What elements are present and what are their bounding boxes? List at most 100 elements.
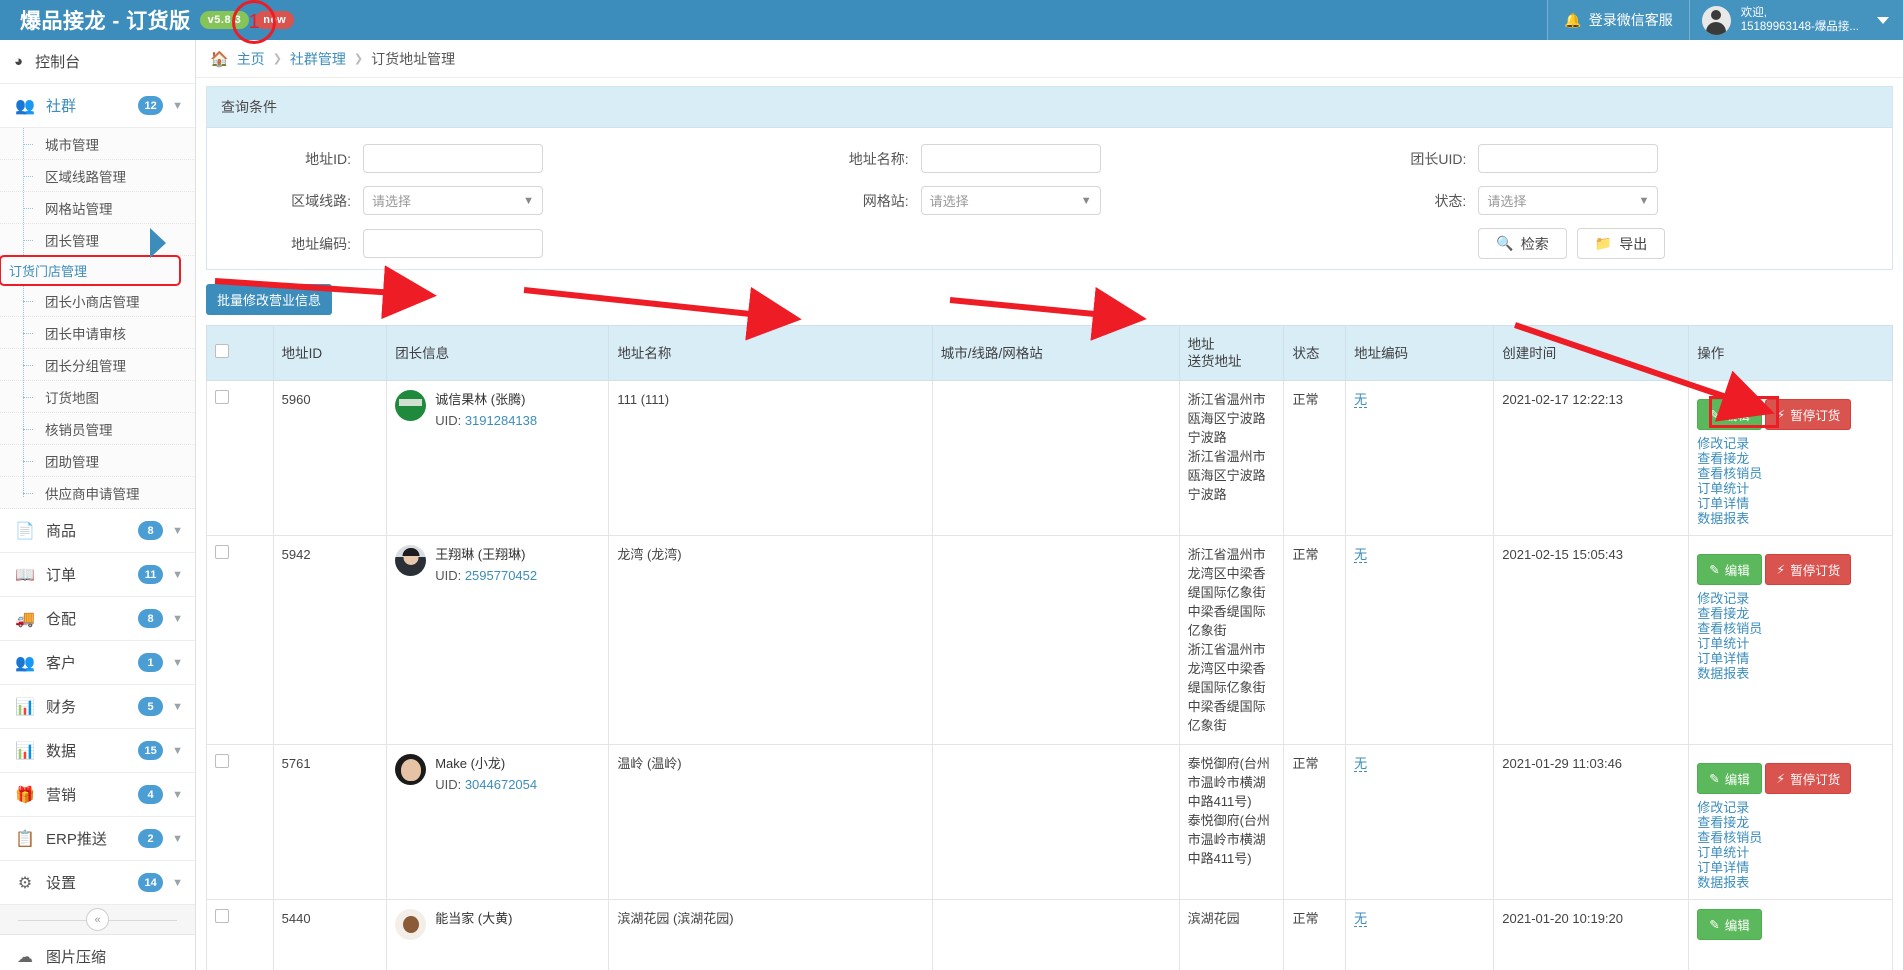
sidebar-submenu-community: 城市管理 区域线路管理 网格站管理 团长管理 订货门店管理 团长小商店管理 团长… [0, 128, 195, 509]
sidebar-group-data[interactable]: 📊 数据 15 ▼ [0, 729, 195, 773]
sidebar-group-erp-push[interactable]: 📋 ERP推送 2 ▼ [0, 817, 195, 861]
link-view-verifier[interactable]: 查看核销员 [1697, 621, 1884, 636]
pause-order-button[interactable]: ⚡ 暂停订货 [1765, 399, 1852, 430]
sidebar-item-order-store-management[interactable]: 订货门店管理 [0, 255, 181, 286]
uid-value[interactable]: 2595770452 [465, 568, 537, 583]
link-data-report[interactable]: 数据报表 [1697, 511, 1884, 526]
bolt-icon: ⚡ [1776, 408, 1786, 422]
sidebar-item-assistant-management[interactable]: 团助管理 [0, 445, 195, 477]
edit-button[interactable]: ✎ 编辑 [1697, 763, 1762, 794]
address-name-input[interactable] [920, 144, 1101, 173]
link-change-log[interactable]: 修改记录 [1697, 800, 1884, 815]
edit-button[interactable]: ✎ 编辑 [1697, 554, 1762, 585]
sidebar-item-image-compress[interactable]: ☁ 图片压缩 [0, 935, 195, 970]
link-data-report[interactable]: 数据报表 [1697, 875, 1884, 890]
edit-button[interactable]: ✎ 编辑 [1697, 909, 1762, 940]
select-all-checkbox[interactable] [215, 344, 229, 358]
edit-button[interactable]: ✎ 编辑 [1697, 399, 1762, 430]
td-address-code: 无 [1345, 744, 1495, 900]
area-route-select[interactable]: 请选择 ▼ [363, 186, 543, 215]
leader-uid-input[interactable] [1478, 144, 1659, 173]
address-code-input[interactable] [363, 229, 543, 258]
sidebar-item-leader-application-review[interactable]: 团长申请审核 [0, 317, 195, 349]
address-id-input[interactable] [363, 144, 543, 173]
row-checkbox[interactable] [215, 754, 229, 768]
sidebar-group-products[interactable]: 📄 商品 8 ▼ [0, 509, 195, 553]
sidebar-item-city-management[interactable]: 城市管理 [0, 128, 195, 160]
sidebar-group-customers[interactable]: 👥 客户 1 ▼ [0, 641, 195, 685]
sidebar-group-label: 财务 [46, 699, 77, 716]
sidebar-group-community[interactable]: 👥 社群 12 ▼ [0, 84, 195, 128]
address-code-link[interactable]: 无 [1354, 911, 1368, 927]
address-code-link[interactable]: 无 [1354, 547, 1368, 563]
sidebar-group-marketing[interactable]: 🎁 营销 4 ▼ [0, 773, 195, 817]
td-select [206, 535, 274, 745]
field-label: 团长UID: [1410, 150, 1467, 167]
link-view-relay[interactable]: 查看接龙 [1697, 815, 1884, 830]
address-code-link[interactable]: 无 [1354, 756, 1368, 772]
address-code-link[interactable]: 无 [1354, 392, 1368, 408]
row-checkbox[interactable] [215, 545, 229, 559]
link-view-relay[interactable]: 查看接龙 [1697, 606, 1884, 621]
select-value: 请选择 [372, 194, 412, 209]
sidebar-item-grid-station-management[interactable]: 网格站管理 [0, 192, 195, 224]
collapse-sidebar-button[interactable]: « [86, 908, 109, 931]
bulk-edit-business-info-button[interactable]: 批量修改营业信息 [206, 284, 333, 315]
sidebar-group-finance[interactable]: 📊 财务 5 ▼ [0, 685, 195, 729]
link-order-stats[interactable]: 订单统计 [1697, 636, 1884, 651]
row-checkbox[interactable] [215, 909, 229, 923]
breadcrumb-home[interactable]: 主页 [237, 49, 265, 69]
pause-order-button[interactable]: ⚡ 暂停订货 [1765, 554, 1852, 585]
link-order-detail[interactable]: 订单详情 [1697, 651, 1884, 666]
operation-links: 修改记录 查看接龙 查看核销员 订单统计 订单详情 数据报表 [1697, 591, 1884, 681]
link-order-detail[interactable]: 订单详情 [1697, 496, 1884, 511]
bar-chart-icon: 📊 [15, 698, 35, 716]
sidebar-item-label: 核销员管理 [45, 422, 113, 438]
user-menu[interactable]: 欢迎, 15189963148-爆品接... [1689, 0, 1903, 40]
sidebar-item-area-route-management[interactable]: 区域线路管理 [0, 160, 195, 192]
link-view-relay[interactable]: 查看接龙 [1697, 451, 1884, 466]
export-button[interactable]: 📁 导出 [1576, 228, 1666, 259]
sidebar-item-verifier-management[interactable]: 核销员管理 [0, 413, 195, 445]
sidebar-item-leader-group-management[interactable]: 团长分组管理 [0, 349, 195, 381]
sidebar-group-settings[interactable]: ⚙ 设置 14 ▼ [0, 861, 195, 905]
td-select [206, 744, 274, 900]
td-leader-info: 诚信果林 (张腾) UID: 3191284138 [386, 380, 610, 536]
breadcrumb-level2[interactable]: 社群管理 [290, 49, 346, 69]
sidebar-item-label: 网格站管理 [45, 201, 113, 217]
link-view-verifier[interactable]: 查看核销员 [1697, 830, 1884, 845]
td-select [206, 899, 274, 970]
leader-uid: UID: 3044672054 [435, 775, 537, 794]
operation-links: 修改记录 查看接龙 查看核销员 订单统计 订单详情 数据报表 [1697, 436, 1884, 526]
th-city-line-station: 城市/线路/网格站 [931, 325, 1180, 381]
grid-station-select[interactable]: 请选择 ▼ [920, 186, 1101, 215]
td-address: 泰悦御府(台州市温岭市横湖中路411号) 泰悦御府(台州市温岭市横湖中路411号… [1178, 744, 1285, 900]
table-body: 5960 诚信果林 (张腾) UID: 3191284138 111 (111) [206, 380, 1893, 970]
row-checkbox[interactable] [215, 390, 229, 404]
td-operations: ✎ 编辑 ⚡ 暂停订货 修改记录 查看接龙 查看核销员 订单统计 订单详情 数据报表 [1688, 535, 1893, 745]
uid-value[interactable]: 3044672054 [465, 777, 537, 792]
sidebar-group-warehouse[interactable]: 🚚 仓配 8 ▼ [0, 597, 195, 641]
uid-value[interactable]: 3191284138 [465, 413, 537, 428]
link-view-verifier[interactable]: 查看核销员 [1697, 466, 1884, 481]
link-change-log[interactable]: 修改记录 [1697, 436, 1884, 451]
sidebar-item-leader-shop-management[interactable]: 团长小商店管理 [0, 285, 195, 317]
sidebar-item-order-map[interactable]: 订货地图 [0, 381, 195, 413]
breadcrumb-current: 订货地址管理 [371, 50, 456, 67]
pencil-icon: ✎ [1709, 772, 1720, 786]
delivery-address-text: 浙江省温州市瓯海区宁波路宁波路 [1187, 449, 1266, 502]
sidebar-group-orders[interactable]: 📖 订单 11 ▼ [0, 553, 195, 597]
sidebar-item-supplier-application-management[interactable]: 供应商申请管理 [0, 477, 195, 509]
link-change-log[interactable]: 修改记录 [1697, 591, 1884, 606]
link-order-detail[interactable]: 订单详情 [1697, 860, 1884, 875]
leader-name: 诚信果林 (张腾) [435, 392, 526, 407]
status-select[interactable]: 请选择 ▼ [1478, 186, 1659, 215]
uid-label: UID: [435, 777, 465, 792]
search-button[interactable]: 🔍 检索 [1478, 228, 1567, 259]
wechat-service-login-button[interactable]: 🔔 登录微信客服 [1547, 0, 1690, 40]
pause-order-button[interactable]: ⚡ 暂停订货 [1765, 763, 1852, 794]
link-order-stats[interactable]: 订单统计 [1697, 481, 1884, 496]
link-data-report[interactable]: 数据报表 [1697, 666, 1884, 681]
sidebar-item-dashboard[interactable]: ◕ 控制台 [0, 40, 195, 84]
link-order-stats[interactable]: 订单统计 [1697, 845, 1884, 860]
